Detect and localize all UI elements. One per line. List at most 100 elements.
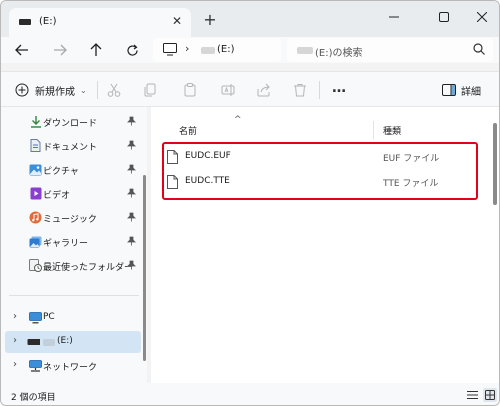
forward-button[interactable] [49,40,71,60]
pin-icon [127,116,136,129]
copy-button[interactable] [141,81,159,99]
sidebar-item-pictures[interactable]: ピクチャ [5,159,141,181]
details-pane-button[interactable]: 詳細 [442,81,481,99]
content-scrollbar[interactable] [493,123,497,205]
add-icon [15,83,29,97]
file-explorer-window: (E:) ✕ + › (E:) (E:)の検索 新規作成 ⌄ … 詳細 ダウンロ… [0,0,500,406]
sidebar-item-music[interactable]: ミュージック [5,207,141,229]
expand-chevron-icon[interactable]: › [13,359,17,370]
address-bar[interactable]: › (E:) [153,38,281,62]
pc-icon [29,311,42,324]
column-header-type[interactable]: 種類 [383,124,401,137]
delete-button[interactable] [291,81,309,99]
pin-icon [127,236,136,249]
sidebar-item-documents[interactable]: ドキュメント [5,135,141,157]
breadcrumb-drive[interactable]: (E:) [217,44,235,55]
sidebar-item-label: ギャラリー [43,239,89,249]
pin-icon [127,188,136,201]
title-bar: (E:) ✕ + [1,1,499,37]
details-view-button[interactable] [465,388,479,402]
sidebar-scrollbar[interactable] [143,175,146,361]
cut-button[interactable] [105,81,123,99]
drive-name-redacted [201,47,215,54]
rename-icon [221,84,235,96]
back-arrow-icon [15,44,28,56]
network-icon [29,359,42,372]
tiles-view-icon [485,390,495,400]
close-button[interactable] [467,7,497,27]
sidebar-item-pc[interactable]: › PC [5,307,141,329]
maximize-icon [439,12,449,22]
sidebar-item-label: ダウンロード [43,119,98,129]
details-pane-icon [442,84,456,96]
sidebar-item-gallery[interactable]: ギャラリー [5,231,141,253]
sidebar-item-label: (E:) [57,336,73,346]
breadcrumb-chevron-icon[interactable]: › [185,42,189,55]
sidebar-item-drive-e[interactable]: › (E:) [5,331,141,353]
search-box[interactable]: (E:)の検索 [287,38,493,62]
forward-arrow-icon [54,44,67,56]
tiles-view-button[interactable] [483,388,497,402]
status-bar: 2 個の項目 [1,383,499,405]
up-button[interactable] [85,40,107,60]
sidebar-item-label: ミュージック [43,215,97,225]
new-tab-button[interactable]: + [201,11,219,29]
column-divider[interactable] [373,121,374,139]
sidebar-item-downloads[interactable]: ダウンロード [5,111,141,133]
drive-icon [27,335,40,348]
pin-icon [127,164,136,177]
document-icon [29,139,42,152]
tab-close-icon[interactable]: ✕ [169,13,185,29]
navigation-bar: › (E:) (E:)の検索 [1,37,499,63]
pin-icon [127,140,136,153]
refresh-icon [126,44,138,56]
close-icon [477,12,487,22]
divider [9,295,139,296]
navigation-pane: ダウンロード ドキュメント ピクチャ ビデオ ミュージック ギャラリー 最近使っ… [1,107,147,383]
minimize-button[interactable] [379,7,409,27]
command-bar: 新規作成 ⌄ … 詳細 [1,71,499,107]
sidebar-item-network[interactable]: › ネットワーク [5,355,141,377]
recent-folder-icon [29,259,42,272]
minimize-icon [389,16,399,18]
pin-icon [127,260,136,273]
pin-icon [127,212,136,225]
more-options-button[interactable]: … [330,81,348,99]
delete-icon [294,84,306,97]
expand-chevron-icon[interactable]: › [13,335,17,346]
up-arrow-icon [90,43,102,56]
paste-button[interactable] [181,81,199,99]
highlight-box [162,142,478,200]
item-count: 2 個の項目 [11,393,56,403]
sort-ascending-icon: ^ [234,115,242,125]
drive-name-redacted [43,339,55,346]
sidebar-item-label: PC [43,312,55,322]
sidebar-item-label: ビデオ [43,191,71,201]
chevron-down-icon: ⌄ [80,85,87,95]
expand-chevron-icon[interactable]: › [13,311,17,322]
tab-drive-e[interactable]: (E:) ✕ [9,8,191,37]
sidebar-item-label: ネットワーク [43,363,98,373]
paste-icon [184,83,196,97]
rename-button[interactable] [219,81,237,99]
search-redacted [297,47,313,54]
pc-icon [163,43,177,59]
search-icon [473,43,485,58]
tab-label: (E:) [39,16,57,27]
share-icon [257,83,270,97]
column-header-name[interactable]: 名前 [179,124,197,137]
refresh-button[interactable] [121,40,143,60]
download-icon [29,115,42,128]
copy-icon [144,83,156,97]
new-label: 新規作成 [35,86,75,98]
new-button[interactable]: 新規作成 ⌄ [15,81,87,99]
maximize-button[interactable] [429,7,459,27]
pictures-icon [29,163,42,176]
divider [97,81,98,99]
sidebar-item-recent-folders[interactable]: 最近使ったフォルダー [5,255,141,277]
cut-icon [107,83,121,97]
sidebar-item-label: ドキュメント [43,143,98,153]
share-button[interactable] [255,81,273,99]
sidebar-item-videos[interactable]: ビデオ [5,183,141,205]
back-button[interactable] [11,40,33,60]
